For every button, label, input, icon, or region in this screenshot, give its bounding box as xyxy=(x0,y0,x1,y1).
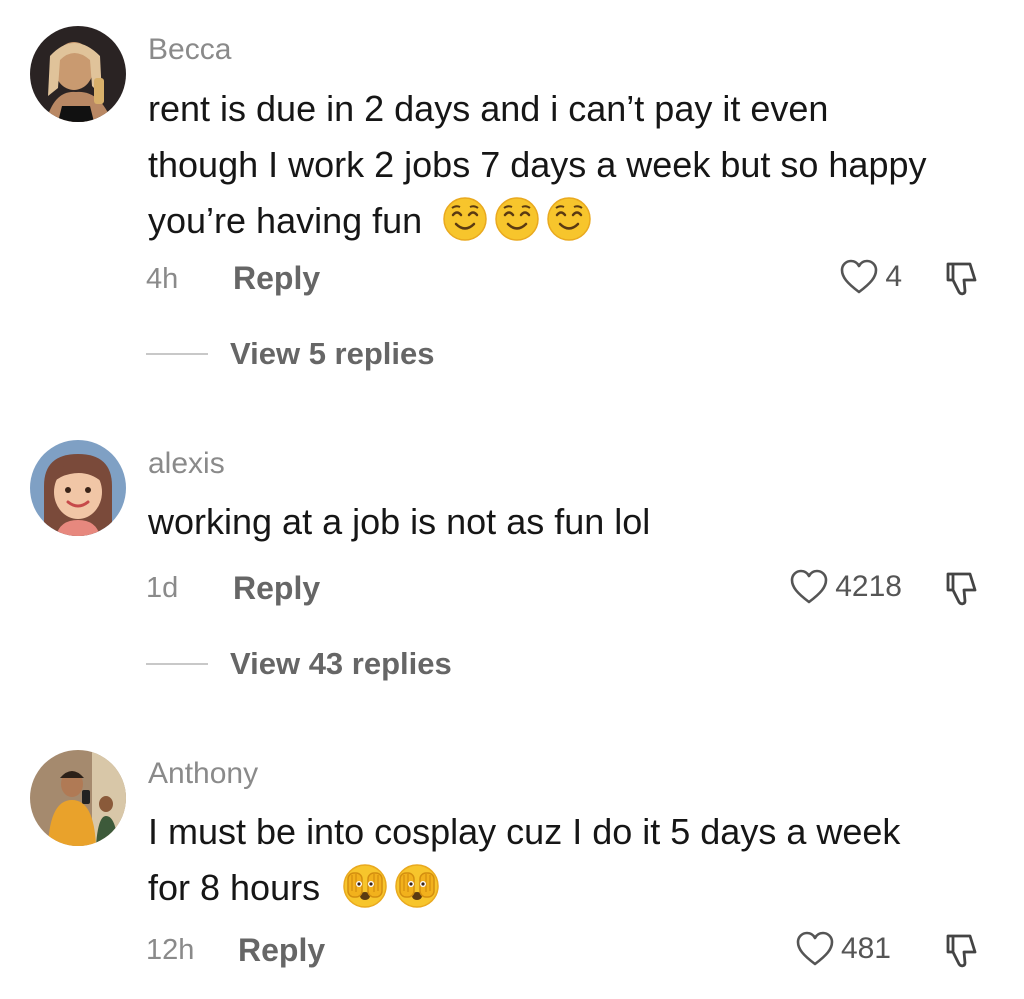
view-replies-button[interactable]: View 43 replies xyxy=(146,646,452,682)
smiling-face-icon xyxy=(494,196,540,242)
username[interactable]: Anthony xyxy=(148,756,258,792)
user-photo-avatar-icon xyxy=(30,26,126,122)
like-count: 481 xyxy=(840,932,891,965)
view-replies-label: View 43 replies xyxy=(230,646,452,681)
username[interactable]: alexis xyxy=(148,446,225,482)
like-button[interactable]: 4218 xyxy=(789,568,902,606)
like-button[interactable]: 4 xyxy=(839,258,902,296)
thumbs-down-icon xyxy=(940,930,982,972)
comment-timestamp: 4h xyxy=(146,263,179,295)
reply-button[interactable]: Reply xyxy=(238,931,325,969)
username[interactable]: Becca xyxy=(148,32,231,68)
replies-divider xyxy=(146,353,208,355)
thumbs-down-icon xyxy=(940,568,982,610)
comment-text-content: working at a job is not as fun lol xyxy=(148,501,651,542)
dislike-button[interactable] xyxy=(940,568,982,610)
comment-timestamp: 12h xyxy=(146,934,195,966)
heart-icon xyxy=(789,568,829,606)
like-count: 4 xyxy=(885,260,902,293)
avatar[interactable] xyxy=(30,26,126,122)
face-with-peeking-eye-icon xyxy=(342,863,388,909)
replies-divider xyxy=(146,663,208,665)
reply-button[interactable]: Reply xyxy=(233,569,320,607)
like-button[interactable]: 481 xyxy=(795,930,891,968)
avatar[interactable] xyxy=(30,750,126,846)
heart-icon xyxy=(795,930,835,968)
dislike-button[interactable] xyxy=(940,930,982,972)
reply-button[interactable]: Reply xyxy=(233,259,320,297)
comment-text: rent is due in 2 days and i can’t pay it… xyxy=(148,81,938,249)
user-photo-avatar-icon xyxy=(30,750,126,846)
thumbs-down-icon xyxy=(940,258,982,300)
view-replies-button[interactable]: View 5 replies xyxy=(146,336,435,372)
dislike-button[interactable] xyxy=(940,258,982,300)
comment-timestamp: 1d xyxy=(146,572,179,604)
smiling-face-icon xyxy=(546,196,592,242)
avatar[interactable] xyxy=(30,440,126,536)
view-replies-label: View 5 replies xyxy=(230,336,435,371)
heart-icon xyxy=(839,258,879,296)
comment-text-content: I must be into cosplay cuz I do it 5 day… xyxy=(148,811,901,908)
default-girl-avatar-icon xyxy=(30,440,126,536)
face-with-peeking-eye-icon xyxy=(394,863,440,909)
comment-text: working at a job is not as fun lol xyxy=(148,494,938,550)
like-count: 4218 xyxy=(835,570,902,603)
smiling-face-icon xyxy=(442,196,488,242)
comment-text: I must be into cosplay cuz I do it 5 day… xyxy=(148,804,938,916)
